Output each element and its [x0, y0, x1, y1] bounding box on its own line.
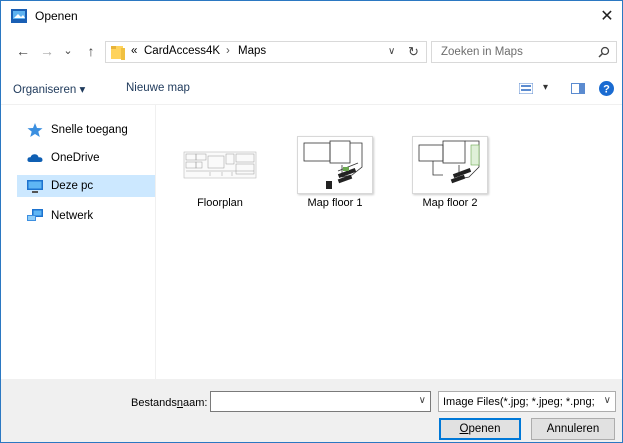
cloud-icon [27, 154, 43, 162]
file-type-value: Image Files(*.jpg; *.jpeg; *.png; [443, 396, 595, 408]
svg-text:?: ? [603, 84, 610, 96]
file-item-floorplan[interactable]: Floorplan [175, 133, 265, 211]
filename-dropdown-icon[interactable]: ∨ [419, 395, 426, 406]
back-arrow-icon[interactable]: ← [15, 43, 31, 59]
command-bar: Organiseren ▾ Nieuwe map ▾ ? [1, 73, 622, 103]
folder-icon [111, 46, 125, 60]
navigation-bar: ← → ⌄ ↑ « CardAccess4K › Maps ∨ ↻ Zoeken… [1, 37, 622, 67]
search-input[interactable]: Zoeken in Maps [431, 41, 617, 63]
view-dropdown-icon[interactable]: ▾ [543, 82, 548, 93]
file-item-map-floor-1[interactable]: Map floor 1 [290, 133, 380, 211]
file-list: Floorplan Map floor 1 Map floor 2 [157, 105, 622, 379]
file-name: Map floor 1 [307, 197, 363, 209]
floorplan-thumbnail-image [183, 151, 257, 179]
sidebar-item-quick-access[interactable]: Snelle toegang [17, 119, 155, 141]
breadcrumb-overflow[interactable]: « [131, 45, 137, 57]
open-button[interactable]: Openen [439, 418, 521, 440]
cancel-button[interactable]: Annuleren [531, 418, 615, 440]
breadcrumb-item-cardaccess[interactable]: CardAccess4K [144, 45, 220, 57]
file-item-map-floor-2[interactable]: Map floor 2 [405, 133, 495, 211]
filename-label: Bestandsnaam: [131, 397, 208, 409]
dialog-title: Openen [35, 9, 78, 23]
navigation-pane: Snelle toegang OneDrive Deze pc Netwerk [1, 105, 156, 379]
network-icon [27, 209, 43, 221]
star-icon [27, 123, 43, 137]
new-folder-button[interactable]: Nieuwe map [126, 82, 190, 94]
help-icon[interactable]: ? [599, 81, 614, 96]
open-dialog: Openen ✕ ← → ⌄ ↑ « CardAccess4K › Maps ∨… [0, 0, 623, 443]
sidebar-item-this-pc[interactable]: Deze pc [17, 175, 155, 197]
breadcrumb-item-maps[interactable]: Maps [238, 45, 266, 57]
close-button[interactable]: ✕ [592, 1, 622, 31]
forward-arrow-icon[interactable]: → [39, 43, 55, 59]
sidebar-item-label: OneDrive [51, 152, 100, 164]
organize-button[interactable]: Organiseren ▾ [13, 82, 85, 96]
file-name-panel: Bestandsnaam: ∨ Image Files(*.jpg; *.jpe… [1, 379, 622, 442]
address-dropdown-icon[interactable]: ∨ [388, 46, 395, 57]
file-type-select[interactable]: Image Files(*.jpg; *.jpeg; *.png; ∨ [438, 391, 616, 412]
file-thumbnail [182, 136, 258, 194]
file-name: Map floor 2 [422, 197, 478, 209]
monitor-icon [27, 180, 43, 193]
search-icon[interactable] [598, 46, 610, 58]
breadcrumb-separator: › [226, 45, 230, 57]
search-placeholder: Zoeken in Maps [441, 46, 523, 58]
sidebar-item-label: Netwerk [51, 210, 94, 222]
refresh-icon[interactable]: ↻ [408, 44, 419, 60]
map-floor-2-thumbnail-image [418, 140, 480, 184]
up-arrow-icon[interactable]: ↑ [83, 43, 99, 59]
close-icon: ✕ [600, 8, 614, 25]
file-thumbnail [412, 136, 488, 194]
app-icon [11, 9, 27, 23]
sidebar-item-label: Deze pc [51, 180, 94, 192]
sidebar-item-onedrive[interactable]: OneDrive [17, 147, 155, 169]
file-thumbnail [297, 136, 373, 194]
title-bar: Openen ✕ [1, 1, 622, 31]
file-name: Floorplan [197, 197, 243, 209]
filename-field[interactable]: ∨ [210, 391, 431, 412]
map-floor-1-thumbnail-image [303, 140, 363, 189]
address-bar[interactable]: « CardAccess4K › Maps ∨ ↻ [105, 41, 427, 63]
preview-pane-icon[interactable] [571, 83, 585, 94]
recent-locations-icon[interactable]: ⌄ [60, 43, 76, 59]
view-options-icon[interactable] [519, 83, 533, 94]
file-type-dropdown-icon[interactable]: ∨ [604, 395, 611, 406]
sidebar-item-label: Snelle toegang [51, 124, 128, 136]
sidebar-item-network[interactable]: Netwerk [17, 205, 155, 227]
